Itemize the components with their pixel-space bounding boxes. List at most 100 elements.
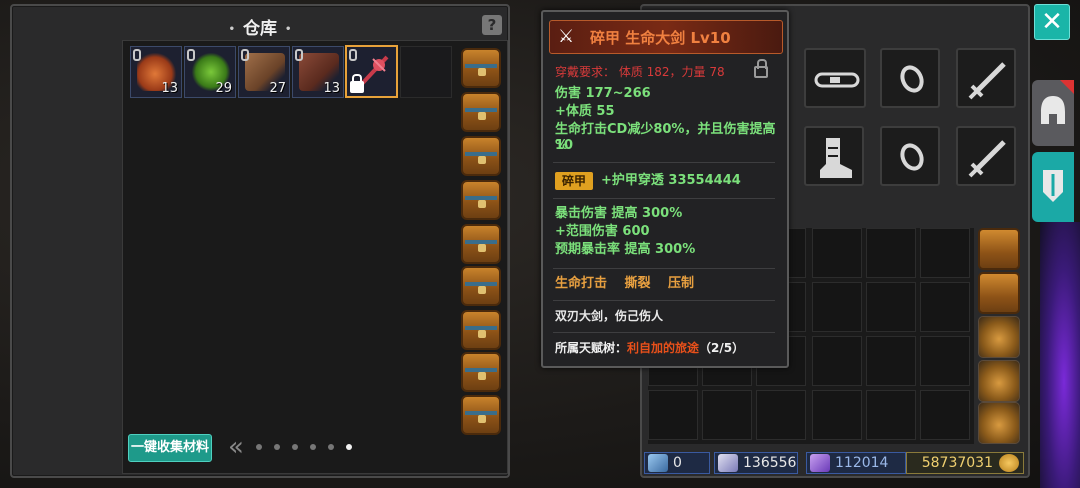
chest-icon[interactable] (978, 228, 1020, 270)
crystal-icon (718, 454, 738, 472)
chest-icon[interactable] (461, 395, 501, 435)
ring-slot[interactable] (880, 48, 940, 108)
page-dot[interactable] (256, 444, 263, 450)
helmet-icon (1041, 96, 1065, 124)
divider (553, 300, 775, 301)
boots-slot[interactable] (804, 126, 864, 186)
belt-icon (814, 72, 860, 88)
chest-icon[interactable] (461, 92, 501, 132)
chest-icon[interactable] (461, 352, 501, 392)
chest-icon[interactable] (461, 136, 501, 176)
currency-crystal: 136556 (714, 452, 798, 474)
warehouse-title: • 仓库 • (228, 19, 292, 39)
page-dot-active[interactable] (346, 444, 353, 450)
bag-icon[interactable] (978, 360, 1020, 402)
talent-tree: 所属天赋树：利自加的旅途（2/5） (555, 341, 745, 355)
weapon-slot[interactable] (956, 126, 1016, 186)
weapon-slot-selected[interactable] (345, 45, 398, 98)
currency-gold: 58737031 (906, 452, 1024, 474)
inventory-cell[interactable] (812, 390, 862, 440)
background-portal (1040, 222, 1080, 488)
belt-slot[interactable] (804, 48, 866, 108)
inventory-cell[interactable] (866, 228, 916, 278)
empty-slot[interactable] (400, 46, 452, 98)
skill-list: 生命打击 撕裂 压制 (555, 276, 695, 291)
chest-icon[interactable] (461, 266, 501, 306)
boots-icon (820, 138, 852, 178)
crit-damage-stat: 暴击伤害 提高 300% (555, 206, 683, 221)
inventory-cell[interactable] (920, 228, 970, 278)
effect-line-cont: % (555, 138, 569, 153)
link-icon (133, 49, 141, 61)
inventory-cell[interactable] (702, 390, 752, 440)
gem-icon (810, 454, 830, 472)
area-damage-stat: +范围伤害 600 (555, 224, 650, 239)
page-indicator[interactable]: « (228, 434, 353, 460)
inventory-cell[interactable] (920, 390, 970, 440)
page-dot[interactable] (292, 444, 299, 450)
item-tooltip: ⚔ 碎甲 生命大剑 Lv10 穿戴要求： 体质 182，力量 78 伤害 177… (541, 10, 789, 368)
inventory-cell[interactable] (866, 336, 916, 386)
crit-rate-stat: 预期暴击率 提高 300% (555, 242, 696, 257)
chest-icon[interactable] (461, 310, 501, 350)
page-dot[interactable] (328, 444, 335, 450)
shard-icon (648, 454, 668, 472)
sword-icon (968, 62, 1006, 100)
material-slot[interactable]: 13 (130, 46, 182, 98)
damage-stat: 伤害 177~266 (555, 86, 651, 101)
tooltip-header: ⚔ 碎甲 生命大剑 Lv10 (549, 20, 783, 54)
inventory-cell[interactable] (866, 282, 916, 332)
link-icon (241, 49, 249, 61)
inventory-cell[interactable] (812, 282, 862, 332)
item-description: 双刃大剑，伤己伤人 (555, 309, 664, 323)
armor-pen-stat: +护甲穿透 33554444 (601, 173, 741, 188)
collect-materials-button[interactable]: 一键收集材料 (128, 434, 212, 462)
page-dot[interactable] (310, 444, 317, 450)
item-name: 碎甲 生命大剑 Lv10 (590, 29, 731, 47)
lock-icon[interactable] (754, 59, 768, 78)
sword-icon: ⚔ (558, 26, 575, 47)
divider (553, 332, 775, 333)
effect-line: 生命打击CD减少80%，并且伤害提高10 (555, 122, 776, 153)
ring-slot[interactable] (880, 126, 940, 186)
page-back-icon[interactable]: « (228, 434, 244, 460)
equip-requirement: 穿戴要求： 体质 182，力量 78 (555, 65, 725, 79)
help-icon[interactable]: ? (482, 15, 502, 35)
inventory-cell[interactable] (920, 282, 970, 332)
link-icon (295, 49, 303, 61)
currency-shard: 0 (644, 452, 710, 474)
bag-icon[interactable] (978, 316, 1020, 358)
material-slot[interactable]: 27 (238, 46, 290, 98)
sword-icon (968, 140, 1006, 178)
material-slot[interactable]: 29 (184, 46, 236, 98)
armor-icon (1043, 170, 1063, 202)
chest-icon[interactable] (978, 272, 1020, 314)
chest-icon[interactable] (461, 48, 501, 88)
warehouse-grid (122, 40, 508, 474)
material-slot[interactable]: 13 (292, 46, 344, 98)
tab-armor[interactable] (1032, 152, 1074, 222)
close-button[interactable]: ✕ (1034, 4, 1070, 40)
affix-badge: 碎甲 (555, 172, 593, 190)
inventory-cell[interactable] (812, 336, 862, 386)
inventory-cell[interactable] (812, 228, 862, 278)
chest-icon[interactable] (461, 224, 501, 264)
ring-icon (900, 65, 924, 93)
inventory-cell[interactable] (920, 336, 970, 386)
notification-badge (1060, 80, 1074, 94)
page-dot[interactable] (274, 444, 281, 450)
currency-gem: 112014 (806, 452, 906, 474)
chest-icon[interactable] (461, 180, 501, 220)
bag-icon[interactable] (978, 402, 1020, 444)
divider (553, 198, 775, 199)
weapon-slot[interactable] (956, 48, 1016, 108)
coin-icon (999, 454, 1019, 472)
inventory-cell[interactable] (648, 390, 698, 440)
inventory-cell[interactable] (866, 390, 916, 440)
link-icon (187, 49, 195, 61)
inventory-cell[interactable] (756, 390, 806, 440)
ring-icon (900, 143, 924, 171)
constitution-stat: +体质 55 (555, 104, 615, 119)
divider (553, 268, 775, 269)
link-icon (349, 49, 357, 61)
